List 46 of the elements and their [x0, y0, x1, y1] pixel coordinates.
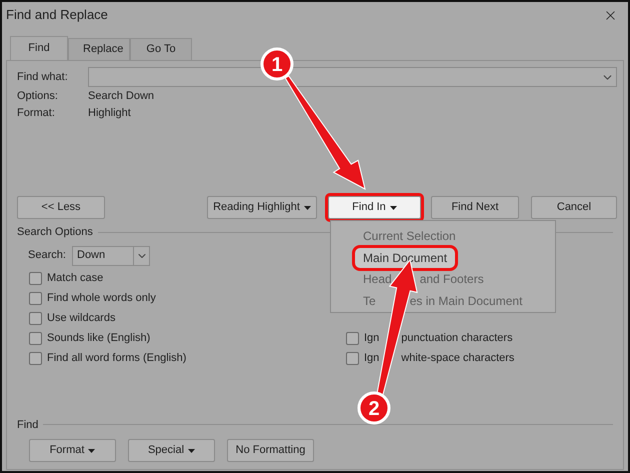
checkbox[interactable]: [29, 272, 42, 285]
checkbox-label: Match case: [47, 271, 104, 286]
dialog-button[interactable]: Reading Highlight: [207, 196, 317, 219]
search-label: Search:: [28, 248, 67, 264]
format-button[interactable]: No Formatting: [227, 439, 314, 462]
checkbox-label: Use wildcards: [47, 311, 116, 326]
checkbox[interactable]: [346, 332, 359, 345]
checkbox[interactable]: [29, 292, 42, 305]
dialog-button[interactable]: << Less: [17, 196, 105, 219]
menu-item-label: Main Document: [363, 250, 448, 267]
checkbox-label: punctuation characters: [401, 331, 513, 346]
step-number-badge: 2: [358, 392, 390, 424]
step-number-badge: 1: [260, 48, 294, 80]
checkbox[interactable]: [29, 312, 42, 325]
checkbox-label: white-space characters: [401, 351, 514, 366]
tab[interactable]: Replace: [68, 38, 130, 60]
group-title: Search Options: [17, 225, 93, 240]
dialog-button[interactable]: Find Next: [431, 196, 519, 219]
window-title: Find and Replace: [6, 6, 108, 24]
checkbox-label: Ign: [364, 351, 380, 366]
tab[interactable]: Find: [10, 36, 68, 60]
checkbox-label: Find all word forms (English): [47, 351, 186, 366]
field-label: Find what:: [17, 70, 69, 85]
menu-item[interactable]: Main Document: [355, 248, 456, 268]
tab[interactable]: Go To: [130, 38, 192, 60]
checkbox[interactable]: [346, 352, 359, 365]
menu-item-label: Current Selection: [363, 228, 456, 245]
menu-item-label: and Footers: [420, 271, 484, 288]
checkbox[interactable]: [29, 332, 42, 345]
search-direction-select[interactable]: Down: [72, 246, 150, 266]
group-title: Find: [17, 418, 38, 432]
dialog-button[interactable]: Cancel: [531, 196, 617, 219]
menu-item-label: Te: [363, 293, 376, 310]
info-value: Search Down: [88, 88, 154, 104]
format-button[interactable]: Format: [29, 439, 116, 462]
info-label: Options:: [17, 88, 59, 104]
info-label: Format:: [17, 106, 56, 121]
dialog-button[interactable]: Find In: [328, 196, 421, 219]
format-button[interactable]: Special: [128, 439, 215, 462]
menu-item-label: es in Main Document: [410, 293, 522, 310]
checkbox[interactable]: [29, 352, 42, 365]
menu-item-label: Head: [363, 271, 392, 288]
checkbox-label: Find whole words only: [47, 291, 156, 306]
checkbox-label: Ign: [364, 331, 380, 346]
info-value: Highlight: [88, 106, 131, 121]
checkbox-label: Sounds like (English): [47, 331, 150, 346]
